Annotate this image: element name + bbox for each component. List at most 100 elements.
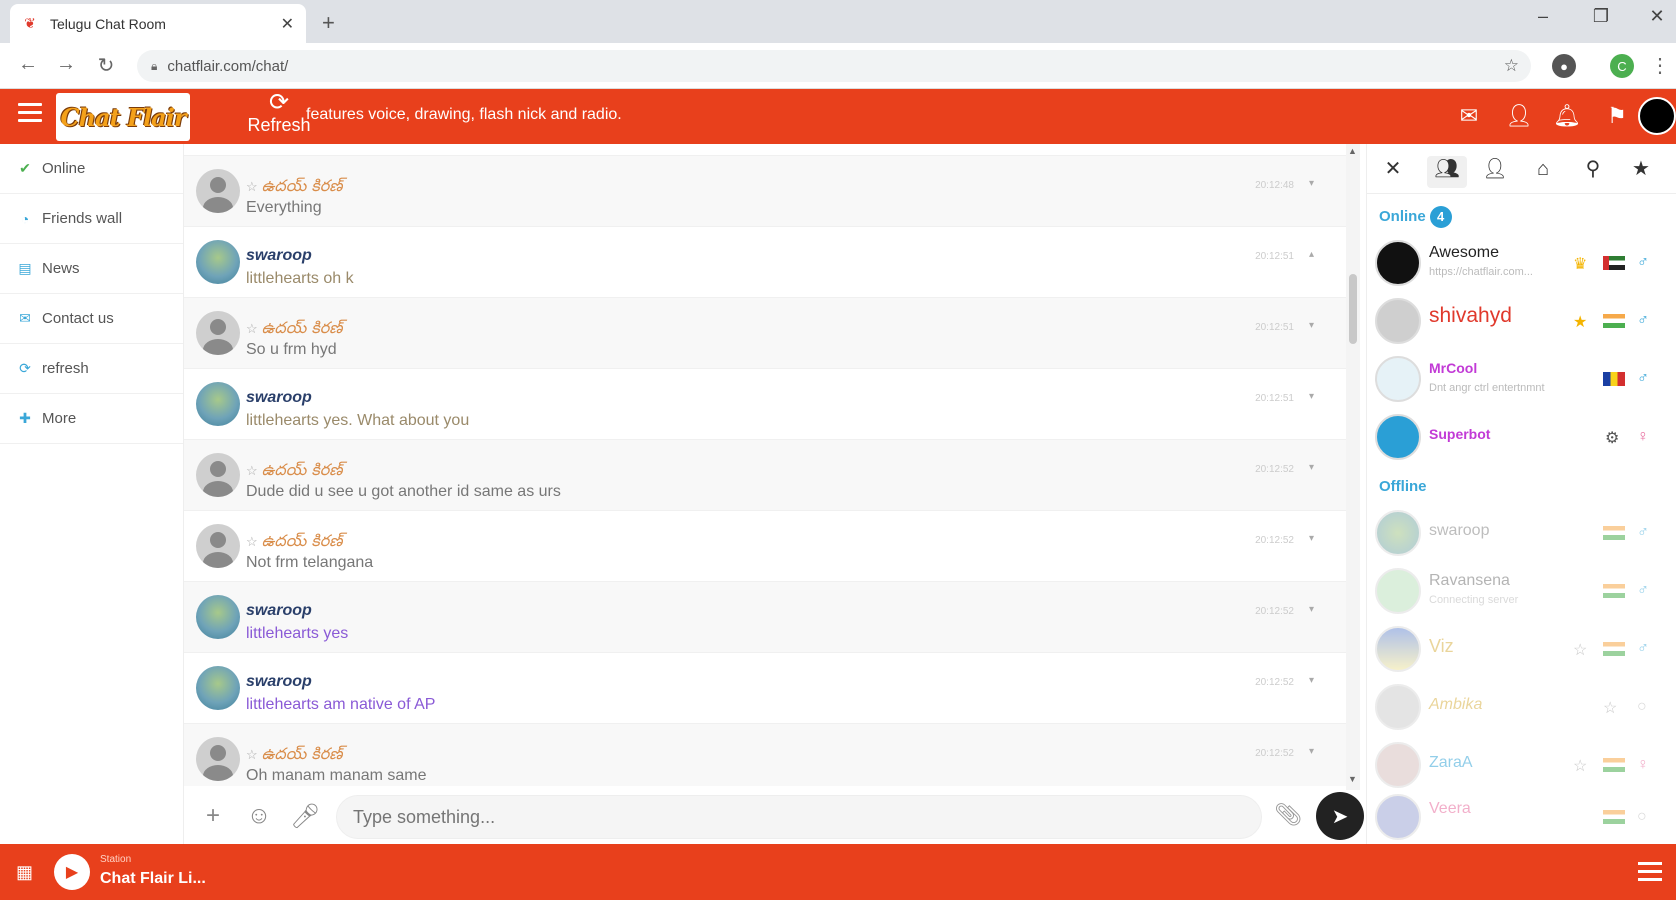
- home-icon[interactable]: ⌂: [1523, 156, 1563, 188]
- scroll-down-icon[interactable]: ▼: [1348, 774, 1357, 784]
- avatar[interactable]: [196, 311, 240, 355]
- message-author[interactable]: ☆ ఉదయ్ కిరణ్: [246, 531, 342, 554]
- bookmark-star-icon[interactable]: ☆: [1504, 56, 1519, 76]
- user-list-item[interactable]: Veera ○: [1375, 790, 1675, 844]
- caret-up-icon[interactable]: ▴: [1309, 249, 1314, 260]
- user-icon[interactable]: 👤︎: [1504, 103, 1534, 129]
- extension-icon[interactable]: ●: [1552, 54, 1576, 78]
- chat-message[interactable]: swaroop littlehearts am native of AP 20:…: [184, 653, 1346, 724]
- close-icon[interactable]: ✕: [1373, 156, 1413, 188]
- avatar[interactable]: [196, 240, 240, 284]
- message-author[interactable]: swaroop: [246, 673, 312, 691]
- message-author[interactable]: swaroop: [246, 247, 312, 265]
- caret-down-icon[interactable]: ▾: [1309, 320, 1314, 331]
- message-author[interactable]: ☆ ఉదయ్ కిరణ్: [246, 744, 342, 767]
- message-author[interactable]: ☆ ఉదయ్ కిరణ్: [246, 460, 342, 483]
- chat-message[interactable]: ☆ ఉదయ్ కిరణ్ So u frm hyd 20:12:51 ▾: [184, 298, 1346, 369]
- plus-icon[interactable]: +: [198, 802, 228, 830]
- chat-message[interactable]: swaroop littlehearts yes 20:12:52 ▾: [184, 582, 1346, 653]
- caret-down-icon[interactable]: ▾: [1309, 391, 1314, 402]
- play-button[interactable]: ▶: [54, 854, 90, 890]
- message-author[interactable]: swaroop: [246, 602, 312, 620]
- sidebar-item-contact-us[interactable]: ✉ Contact us: [0, 294, 183, 344]
- user-list-item[interactable]: Ravansena Connecting server ♂: [1375, 564, 1675, 622]
- user-list-item[interactable]: MrCool Dnt angr ctrl entertnmnt ♂: [1375, 352, 1675, 410]
- browser-menu-icon[interactable]: ⋮: [1646, 53, 1674, 78]
- chat-message[interactable]: ☆ ఉదయ్ కిరణ్ Not frm telangana 20:12:52 ▾: [184, 511, 1346, 582]
- new-tab-icon[interactable]: +: [322, 10, 335, 36]
- sidebar-item-friends-wall[interactable]: ◔ Friends wall: [0, 194, 183, 244]
- restore-icon[interactable]: ❐: [1586, 6, 1616, 27]
- chat-message[interactable]: swaroop littlehearts oh k 20:12:51 ▴: [184, 227, 1346, 298]
- profile-avatar-icon[interactable]: C: [1610, 54, 1634, 78]
- emoji-icon[interactable]: ☺: [244, 802, 274, 830]
- sidebar-item-refresh[interactable]: ⟳ refresh: [0, 344, 183, 394]
- message-author[interactable]: ☆ ఉదయ్ కిరణ్: [246, 318, 342, 341]
- close-window-icon[interactable]: ✕: [1642, 6, 1672, 27]
- message-author[interactable]: ☆ ఉదయ్ కిరణ్: [246, 176, 342, 199]
- sidebar-item-online[interactable]: ✔ Online: [0, 144, 183, 194]
- chat-message[interactable]: ☆ ఉదయ్ కిరణ్ Oh manam manam same 20:12:52…: [184, 724, 1346, 786]
- chat-scrollbar[interactable]: ▲ ▼: [1346, 144, 1360, 790]
- chat-favicon-icon: ❦: [24, 15, 36, 31]
- sidebar-item-more[interactable]: ✚ More: [0, 394, 183, 444]
- avatar[interactable]: [196, 524, 240, 568]
- user-list-item[interactable]: Ambika ☆ ○: [1375, 680, 1675, 738]
- users-icon[interactable]: 👥︎: [1427, 156, 1467, 188]
- user-list-item[interactable]: swaroop ♂: [1375, 506, 1675, 564]
- browser-tab[interactable]: ❦ Telugu Chat Room ✕: [10, 4, 306, 43]
- user-list-item[interactable]: Awesome https://chatflair.com... ♛ ♂: [1375, 236, 1675, 294]
- avatar: [1375, 298, 1421, 344]
- user-list-item[interactable]: shivahyd ★ ♂: [1375, 294, 1675, 352]
- user-list-item[interactable]: ZaraA ☆ ♀: [1375, 738, 1675, 796]
- avatar[interactable]: [196, 453, 240, 497]
- message-list[interactable]: ☆ ఉదయ్ కిరణ్ Everything 20:12:48 ▾ swaroo…: [184, 144, 1346, 786]
- message-time: 20:12:52: [1255, 606, 1294, 617]
- add-friend-icon[interactable]: 👤︎: [1475, 156, 1515, 188]
- avatar[interactable]: [196, 666, 240, 710]
- scroll-up-icon[interactable]: ▲: [1348, 146, 1357, 156]
- caret-down-icon[interactable]: ▾: [1309, 675, 1314, 686]
- microphone-icon[interactable]: 🎤︎: [290, 802, 320, 831]
- neutral-gender-icon: ○: [1637, 698, 1647, 715]
- bell-icon[interactable]: 🔔︎: [1552, 103, 1582, 129]
- user-list-item[interactable]: Superbot ⚙ ♀: [1375, 410, 1675, 468]
- minimize-icon[interactable]: –: [1528, 6, 1558, 27]
- refresh-button[interactable]: ⟳ Refresh: [244, 91, 314, 136]
- avatar[interactable]: [196, 737, 240, 781]
- chat-message[interactable]: ☆ ఉదయ్ కిరణ్ Everything 20:12:48 ▾: [184, 156, 1346, 227]
- paperclip-icon[interactable]: 📎︎: [1274, 802, 1302, 828]
- caret-down-icon[interactable]: ▾: [1309, 533, 1314, 544]
- reload-icon[interactable]: ↻: [92, 53, 120, 78]
- hamburger-menu-icon[interactable]: [18, 103, 42, 125]
- flag-icon[interactable]: ⚑: [1602, 103, 1632, 129]
- envelope-icon[interactable]: ✉: [1454, 103, 1484, 129]
- logo[interactable]: Chat Flair: [56, 93, 190, 141]
- avatar: [1375, 510, 1421, 556]
- my-avatar[interactable]: [1638, 97, 1676, 135]
- close-tab-icon[interactable]: ✕: [281, 14, 294, 34]
- avatar[interactable]: [196, 169, 240, 213]
- avatar[interactable]: [196, 595, 240, 639]
- scroll-thumb[interactable]: [1349, 274, 1357, 344]
- star-icon[interactable]: ★: [1621, 156, 1661, 188]
- user-list-item[interactable]: Viz ☆ ♂: [1375, 622, 1675, 680]
- forward-icon[interactable]: →: [52, 53, 80, 76]
- sidebar-item-news[interactable]: ▤ News: [0, 244, 183, 294]
- caret-down-icon[interactable]: ▾: [1309, 604, 1314, 615]
- address-bar[interactable]: 🔒︎ chatflair.com/chat/ ☆: [137, 50, 1531, 82]
- send-button[interactable]: ➤: [1316, 792, 1364, 840]
- avatar[interactable]: [196, 382, 240, 426]
- message-author[interactable]: swaroop: [246, 389, 312, 407]
- sidebar-item-label: Contact us: [42, 310, 114, 327]
- caret-down-icon[interactable]: ▾: [1309, 462, 1314, 473]
- equalizer-icon[interactable]: ▦: [16, 862, 33, 883]
- footer-menu-icon[interactable]: [1638, 862, 1662, 886]
- caret-down-icon[interactable]: ▾: [1309, 178, 1314, 189]
- search-icon[interactable]: ⚲: [1573, 156, 1613, 188]
- message-input[interactable]: [336, 795, 1262, 839]
- back-icon[interactable]: ←: [14, 53, 42, 76]
- caret-down-icon[interactable]: ▾: [1309, 746, 1314, 757]
- chat-message[interactable]: ☆ ఉదయ్ కిరణ్ Dude did u see u got another…: [184, 440, 1346, 511]
- chat-message[interactable]: swaroop littlehearts yes. What about you…: [184, 369, 1346, 440]
